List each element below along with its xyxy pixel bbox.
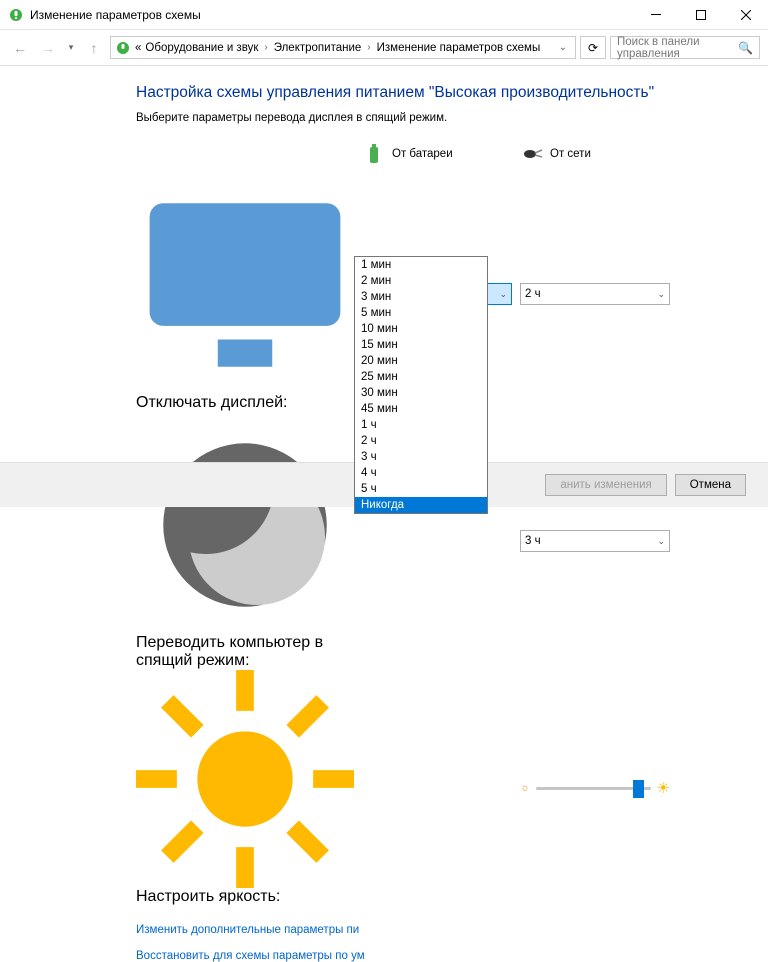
dropdown-option[interactable]: 5 ч (355, 481, 487, 497)
breadcrumb-item[interactable]: Оборудование и звук (145, 42, 258, 54)
slider-thumb[interactable] (633, 780, 644, 798)
minimize-button[interactable] (633, 0, 678, 29)
dropdown-option[interactable]: 2 ч (355, 433, 487, 449)
control-panel-icon (115, 40, 131, 56)
chevron-down-icon: ⌄ (657, 536, 665, 547)
slider-track[interactable] (536, 787, 650, 790)
refresh-button[interactable]: ⟳ (580, 36, 606, 59)
chevron-right-icon: › (367, 42, 370, 53)
page-title: Настройка схемы управления питанием "Выс… (136, 84, 756, 102)
chevron-right-icon: › (264, 42, 267, 53)
app-icon (8, 7, 24, 23)
dropdown-option[interactable]: 20 мин (355, 353, 487, 369)
cancel-button[interactable]: Отмена (675, 474, 746, 496)
battery-icon (362, 142, 386, 166)
monitor-icon (136, 176, 354, 394)
content-area: Настройка схемы управления питанием "Выс… (0, 66, 768, 507)
dropdown-option[interactable]: 3 ч (355, 449, 487, 465)
column-header-battery: От батареи (362, 138, 512, 176)
column-header-ac: От сети (520, 138, 670, 176)
dropdown-option[interactable]: 1 ч (355, 417, 487, 433)
breadcrumb[interactable]: « Оборудование и звук › Электропитание ›… (110, 36, 576, 59)
display-ac-select[interactable]: 2 ч ⌄ (520, 283, 670, 305)
sun-low-icon: ☼ (520, 782, 530, 794)
dropdown-option[interactable]: 45 мин (355, 401, 487, 417)
maximize-button[interactable] (678, 0, 723, 29)
dropdown-option[interactable]: 3 мин (355, 289, 487, 305)
recent-dropdown[interactable]: ▾ (64, 36, 78, 60)
dropdown-option[interactable]: 5 мин (355, 305, 487, 321)
window-title: Изменение параметров схемы (30, 8, 633, 22)
row-label-display: Отключать дисплей: (136, 176, 354, 412)
forward-button[interactable]: → (36, 36, 60, 60)
dropdown-option[interactable]: 10 мин (355, 321, 487, 337)
close-button[interactable] (723, 0, 768, 29)
row-label-brightness: Настроить яркость: (136, 670, 354, 906)
dropdown-option[interactable]: 4 ч (355, 465, 487, 481)
sleep-ac-select[interactable]: 3 ч ⌄ (520, 530, 670, 552)
dropdown-option[interactable]: 30 мин (355, 385, 487, 401)
breadcrumb-prefix: « (135, 42, 141, 54)
dropdown-option[interactable]: Никогда (355, 497, 487, 513)
brightness-ac-slider[interactable]: ☼ ☀ (520, 773, 670, 803)
dropdown-option[interactable]: 25 мин (355, 369, 487, 385)
sleep-icon (136, 416, 354, 634)
dropdown-option[interactable]: 15 мин (355, 337, 487, 353)
back-button[interactable]: ← (8, 36, 32, 60)
breadcrumb-dropdown[interactable]: ⌄ (555, 42, 571, 53)
dropdown-option[interactable]: 1 мин (355, 257, 487, 273)
sun-icon (136, 670, 354, 888)
search-placeholder: Поиск в панели управления (617, 36, 738, 60)
breadcrumb-item[interactable]: Электропитание (274, 42, 362, 54)
navigation-bar: ← → ▾ ↑ « Оборудование и звук › Электроп… (0, 30, 768, 66)
breadcrumb-item[interactable]: Изменение параметров схемы (377, 42, 541, 54)
up-button[interactable]: ↑ (82, 36, 106, 60)
dropdown-option[interactable]: 2 мин (355, 273, 487, 289)
save-button[interactable]: анить изменения (545, 474, 666, 496)
search-icon: 🔍 (738, 41, 753, 55)
chevron-down-icon: ⌄ (499, 289, 507, 300)
sun-high-icon: ☀ (657, 779, 670, 797)
time-dropdown[interactable]: 1 мин2 мин3 мин5 мин10 мин15 мин20 мин25… (354, 256, 488, 514)
page-subtitle: Выберите параметры перевода дисплея в сп… (136, 112, 756, 124)
row-label-sleep: Переводить компьютер в спящий режим: (136, 412, 354, 670)
plug-icon (520, 142, 544, 166)
chevron-down-icon: ⌄ (657, 289, 665, 300)
restore-defaults-link[interactable]: Восстановить для схемы параметры по ум (136, 950, 756, 962)
window-titlebar: Изменение параметров схемы (0, 0, 768, 30)
search-input[interactable]: Поиск в панели управления 🔍 (610, 36, 760, 59)
advanced-settings-link[interactable]: Изменить дополнительные параметры пи (136, 924, 756, 936)
